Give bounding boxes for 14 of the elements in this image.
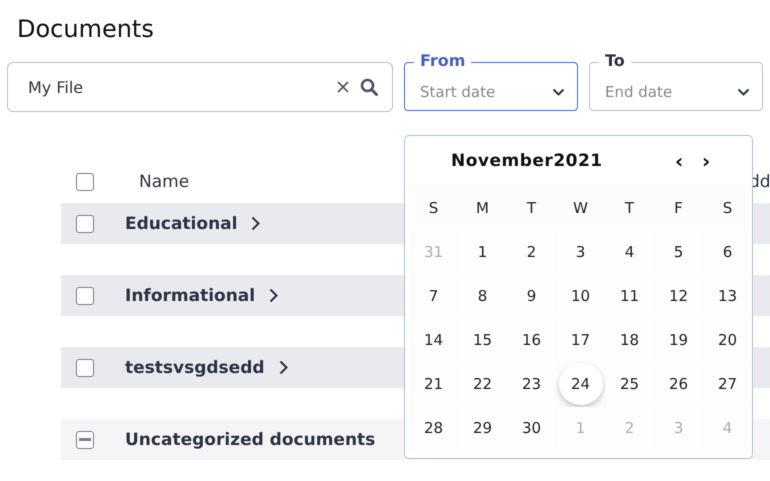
weekday-label: F	[673, 198, 684, 219]
folder-name: Educational	[125, 214, 238, 234]
folder-name: Informational	[125, 286, 256, 306]
weekday-label: T	[624, 198, 636, 219]
folder-name: Uncategorized documents	[125, 430, 376, 450]
folder-name: testsvsgdsedd	[125, 358, 265, 378]
weekday-label: M	[475, 198, 490, 219]
column-header: Name	[139, 172, 190, 192]
page-title: Documents	[17, 14, 154, 45]
weekday-label: T	[526, 198, 538, 219]
month-title: November2021	[451, 151, 604, 171]
weekday-label: W	[572, 198, 589, 219]
weekday-label: S	[722, 198, 734, 219]
weekday-label: S	[428, 198, 440, 219]
